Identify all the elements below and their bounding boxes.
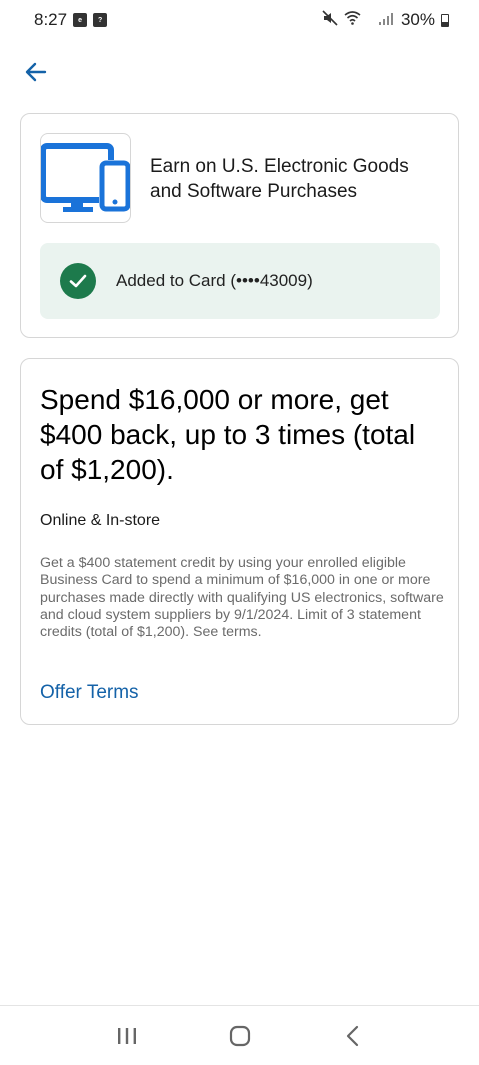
home-icon [229, 1025, 250, 1046]
offer-summary-card: Earn on U.S. Electronic Goods and Softwa… [20, 113, 459, 338]
offer-headline: Spend $16,000 or more, get $400 back, up… [40, 384, 416, 485]
check-circle-icon [60, 263, 96, 299]
offer-details-card: Spend $16,000 or more, get $400 back, up… [20, 358, 459, 725]
4g-signal-icon [367, 11, 395, 29]
wifi-icon [344, 10, 361, 30]
status-bar-left: 8:27 e ? [34, 10, 108, 30]
back-button[interactable] [22, 58, 50, 86]
offer-image [40, 133, 131, 223]
ebay-icon: e [73, 13, 88, 27]
mute-icon [322, 9, 338, 31]
status-time: 8:27 [34, 10, 68, 29]
added-to-card-label: Added to Card (••••43009) [116, 271, 313, 290]
recents-button[interactable] [107, 1016, 147, 1056]
offer-title: Earn on U.S. Electronic Goods and Softwa… [150, 156, 409, 202]
home-button[interactable] [220, 1016, 260, 1056]
arrow-left-icon [25, 62, 47, 82]
system-nav-bar [0, 1005, 479, 1065]
offer-terms-link[interactable]: Offer Terms [40, 682, 139, 704]
help-box-icon: ? [93, 13, 108, 27]
status-bar: 8:27 e ? 30% [0, 0, 479, 40]
offer-channel: Online & In-store [40, 512, 161, 529]
status-bar-right: 30% [322, 9, 449, 31]
battery-icon [441, 13, 449, 27]
recents-icon [117, 1027, 136, 1044]
added-to-card-status: Added to Card (••••43009) [40, 243, 440, 319]
back-icon [346, 1025, 358, 1046]
offer-description: Get a $400 statement credit by using you… [40, 555, 444, 641]
devices-icon [41, 143, 130, 212]
system-back-button[interactable] [333, 1016, 373, 1056]
battery-percent: 30% [400, 10, 435, 29]
